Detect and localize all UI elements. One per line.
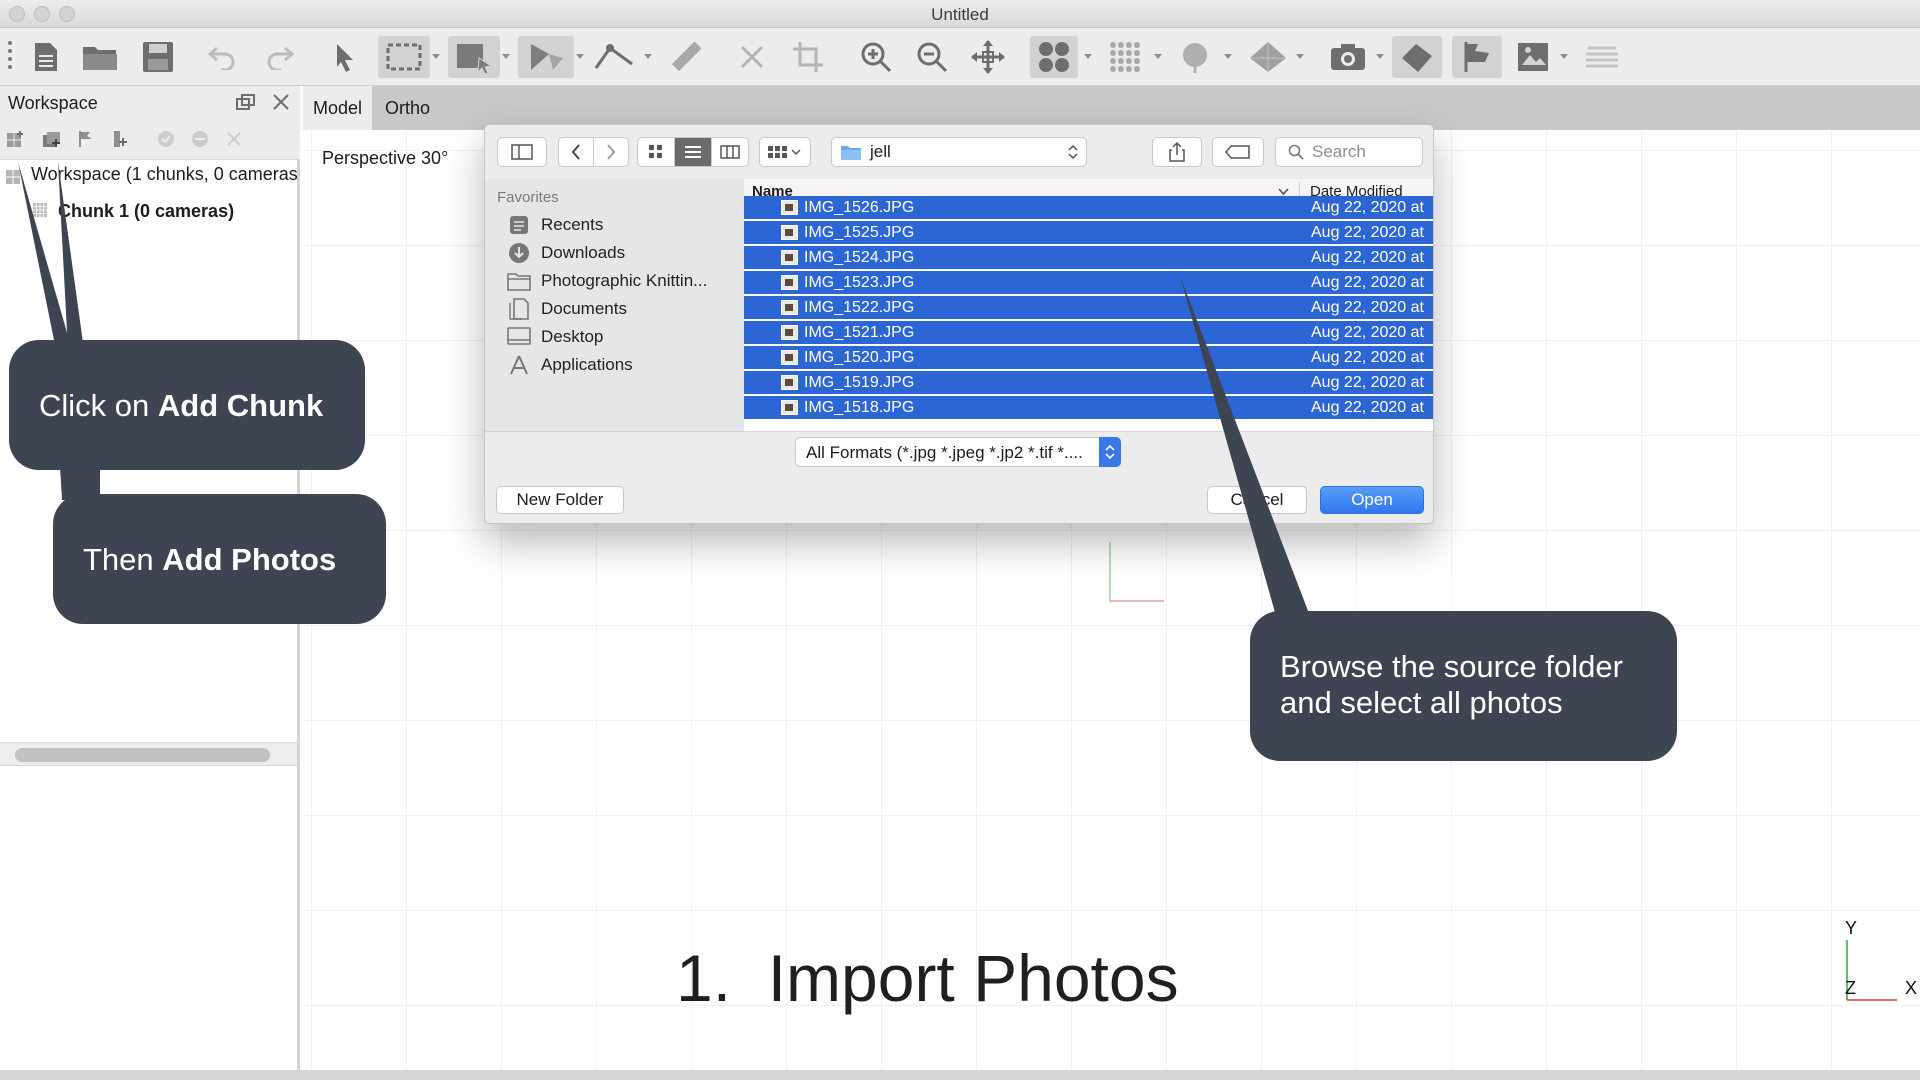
add-photos-callout: Then Add Photos (53, 494, 386, 624)
callout-bold: Add Chunk (157, 388, 324, 423)
callout-prefix: Click on (39, 388, 158, 423)
callout-bold: Add Photos (162, 542, 337, 577)
browse-callout-line2: and select all photos (1280, 685, 1563, 720)
browse-pointer (1180, 276, 1310, 616)
step-title: 1. Import Photos (676, 941, 1179, 1015)
browse-callout-text: Browse the source folder and select all … (1280, 649, 1623, 721)
callout-prefix: Then (83, 542, 163, 577)
add-chunk-callout-text: Click on Add Chunk (39, 388, 323, 424)
browse-callout-line1: Browse the source folder (1280, 649, 1623, 684)
add-photos-callout-text: Then Add Photos (83, 542, 336, 578)
add-chunk-callout: Click on Add Chunk (9, 340, 365, 470)
browse-callout: Browse the source folder and select all … (1250, 611, 1677, 761)
